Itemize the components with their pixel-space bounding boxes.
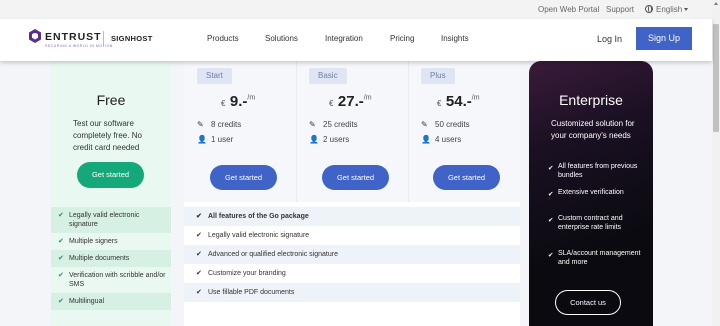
enterprise-description: Customized solution for your company's n… <box>551 119 635 140</box>
user-icon: 👤 <box>309 135 319 144</box>
chevron-down-icon[interactable] <box>684 8 688 11</box>
check-icon: ✔ <box>58 272 64 279</box>
credits-plus: ✎ 50 credits <box>421 120 470 129</box>
check-icon: ✔ <box>58 255 64 262</box>
plan-divider <box>296 61 297 202</box>
main-header: ENTRUST SECURING A WORLD IN MOTION SIGNH… <box>0 19 712 61</box>
nav-products[interactable]: Products <box>207 34 239 43</box>
check-icon: ✔ <box>196 232 202 239</box>
list-item: ✔ Extensive verification <box>548 189 624 198</box>
price-plus: € 54.-/m <box>437 93 480 110</box>
list-item: ✔ All features of the Go package <box>184 207 520 226</box>
list-item: ✔ Multiple signers <box>58 238 118 245</box>
entrust-logo-icon[interactable] <box>29 29 41 43</box>
scroll-up-arrow-icon[interactable] <box>714 2 718 5</box>
scrollbar-thumb[interactable] <box>713 24 719 132</box>
list-item: ✔ Customize your branding <box>196 270 286 277</box>
users-plus: 👤 4 users <box>421 135 462 144</box>
logo-divider <box>103 31 104 47</box>
list-item: ✔ Custom contract and enterprise rate lim… <box>548 215 623 231</box>
user-icon: 👤 <box>421 135 431 144</box>
contact-us-button[interactable]: Contact us <box>555 290 621 315</box>
pen-icon: ✎ <box>421 120 428 129</box>
list-item: ✔ Verification with scribble and/or SMS <box>58 272 166 288</box>
check-icon: ✔ <box>548 165 554 172</box>
basic-get-started-button[interactable]: Get started <box>322 165 389 190</box>
list-item: ✔ Multiple documents <box>51 250 171 267</box>
enterprise-title: Enterprise <box>559 92 623 108</box>
enterprise-plan-card: Enterprise Customized solution for your … <box>529 61 653 326</box>
credits-start: ✎ 8 credits <box>197 120 242 129</box>
list-item: ✔ Legally valid electronic signature <box>196 232 310 239</box>
plus-get-started-button[interactable]: Get started <box>433 165 500 190</box>
plan-badge-basic: Basic <box>309 68 347 84</box>
open-web-portal-link[interactable]: Open Web Portal <box>538 5 599 14</box>
check-icon: ✔ <box>548 252 554 259</box>
product-name[interactable]: SIGNHOST <box>111 34 153 43</box>
price-start: € 9.-/m <box>221 93 256 110</box>
brand-name[interactable]: ENTRUST <box>45 31 102 43</box>
check-icon: ✔ <box>58 298 64 305</box>
list-item: ✔ Advanced or qualified electronic signat… <box>184 245 520 264</box>
nav-pricing[interactable]: Pricing <box>390 34 414 43</box>
paid-plans-panel: Start € 9.-/m ✎ 8 credits 👤 1 user Get sta… <box>184 61 520 326</box>
list-item: ✔ All features from previous bundles <box>548 163 638 179</box>
paid-feature-list: ✔ All features of the Go package ✔ Legally… <box>184 207 520 302</box>
free-plan-card: Free Test our software completely free. … <box>51 61 171 326</box>
check-icon: ✔ <box>196 213 202 220</box>
utility-bar: Open Web Portal Support English <box>0 0 712 19</box>
signup-button[interactable]: Sign Up <box>636 27 692 50</box>
users-start: 👤 1 user <box>197 135 234 144</box>
nav-insights[interactable]: Insights <box>441 34 469 43</box>
check-icon: ✔ <box>58 212 64 219</box>
price-basic: € 27.-/m <box>329 93 372 110</box>
users-basic: 👤 2 users <box>309 135 350 144</box>
list-item: ✔ SLA/account management and more <box>548 250 641 266</box>
check-icon: ✔ <box>196 270 202 277</box>
check-icon: ✔ <box>196 251 202 258</box>
support-link[interactable]: Support <box>606 5 634 14</box>
plan-divider <box>408 61 409 202</box>
globe-icon <box>645 5 653 13</box>
credits-basic: ✎ 25 credits <box>309 120 358 129</box>
login-link[interactable]: Log In <box>597 34 622 44</box>
plan-badge-plus: Plus <box>421 68 455 84</box>
user-icon: 👤 <box>197 135 207 144</box>
scrollbar[interactable] <box>712 0 720 326</box>
free-get-started-button[interactable]: Get started <box>77 162 144 188</box>
free-feature-list: ✔ Legally valid electronic signature ✔ Mul… <box>51 207 171 310</box>
nav-solutions[interactable]: Solutions <box>265 34 298 43</box>
language-selector[interactable]: English <box>656 5 682 14</box>
check-icon: ✔ <box>548 191 554 198</box>
check-icon: ✔ <box>548 217 554 224</box>
pen-icon: ✎ <box>309 120 316 129</box>
free-plan-description: Test our software completely free. No cr… <box>73 119 142 152</box>
free-plan-title: Free <box>96 92 126 108</box>
paid-plans-header: Start € 9.-/m ✎ 8 credits 👤 1 user Get sta… <box>184 61 520 202</box>
check-icon: ✔ <box>196 289 202 296</box>
list-item: ✔ Use fillable PDF documents <box>184 283 520 302</box>
pen-icon: ✎ <box>197 120 204 129</box>
check-icon: ✔ <box>58 238 64 245</box>
list-item: ✔ Multilingual <box>51 293 171 310</box>
plan-badge-start: Start <box>197 68 232 84</box>
list-item: ✔ Legally valid electronic signature <box>51 207 171 233</box>
nav-integration[interactable]: Integration <box>325 34 363 43</box>
start-get-started-button[interactable]: Get started <box>210 165 277 190</box>
